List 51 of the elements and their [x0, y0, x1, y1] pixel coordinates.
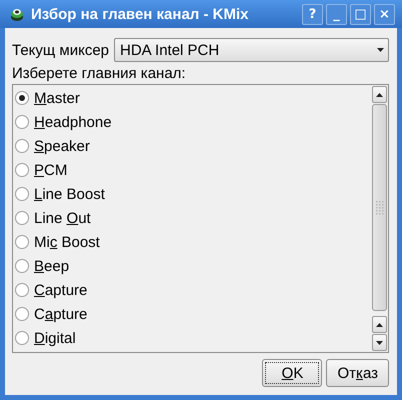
- mixer-label: Текущ миксер: [12, 42, 110, 58]
- channel-radio[interactable]: Line Boost: [13, 182, 371, 206]
- channels-label: Изберете главния канал:: [12, 65, 187, 82]
- radio-button[interactable]: [15, 235, 29, 249]
- radio-button[interactable]: [15, 211, 29, 225]
- channel-radio[interactable]: Capture: [13, 302, 371, 326]
- channel-label: Master: [34, 90, 80, 106]
- help-button[interactable]: ?: [302, 4, 323, 24]
- window-title: Избор на главен канал - KMix: [31, 6, 250, 22]
- scrollbar[interactable]: [371, 85, 388, 352]
- maximize-button[interactable]: □: [350, 4, 371, 24]
- channel-label: Line Out: [34, 210, 91, 226]
- radio-button[interactable]: [15, 91, 29, 105]
- channel-radio[interactable]: Mic Boost: [13, 230, 371, 254]
- channel-radio[interactable]: Beep: [13, 254, 371, 278]
- channel-label: Headphone: [34, 114, 112, 130]
- radio-button[interactable]: [15, 163, 29, 177]
- scroll-up-icon: [376, 92, 383, 96]
- channel-radio[interactable]: Master: [13, 86, 371, 110]
- channel-label: Beep: [34, 258, 70, 274]
- channel-label: Mic Boost: [34, 234, 100, 250]
- channel-radio[interactable]: Headphone: [13, 110, 371, 134]
- close-button[interactable]: ×: [374, 4, 395, 24]
- channel-radio[interactable]: Capture: [13, 278, 371, 302]
- channel-label: Digital: [34, 330, 76, 346]
- channel-radio[interactable]: Speaker: [13, 134, 371, 158]
- radio-button[interactable]: [15, 259, 29, 273]
- channel-label: PCM: [34, 162, 68, 178]
- scroll-thumb[interactable]: [372, 104, 387, 311]
- minimize-button[interactable]: _: [326, 4, 347, 24]
- mixer-dropdown[interactable]: HDA Intel PCH: [114, 38, 389, 62]
- channel-radio[interactable]: Digital: [13, 326, 371, 350]
- channel-label: Capture: [34, 306, 88, 322]
- radio-button[interactable]: [15, 187, 29, 201]
- channel-radio[interactable]: PCM: [13, 158, 371, 182]
- channel-label: Line Boost: [34, 186, 105, 202]
- cancel-button[interactable]: Отказ: [326, 359, 389, 387]
- channel-label: Capture: [34, 282, 88, 298]
- channel-label: Speaker: [34, 138, 90, 154]
- dropdown-arrow-icon: [376, 48, 384, 52]
- radio-button[interactable]: [15, 331, 29, 345]
- scroll-down-icon: [376, 340, 383, 344]
- radio-button[interactable]: [15, 115, 29, 129]
- scroll-up-icon: [376, 322, 383, 326]
- radio-button[interactable]: [15, 283, 29, 297]
- ok-button[interactable]: OK: [262, 359, 322, 387]
- grip-icon: [376, 200, 384, 214]
- radio-button[interactable]: [15, 307, 29, 321]
- speaker-icon: [9, 6, 25, 22]
- radio-button[interactable]: [15, 139, 29, 153]
- channel-radio[interactable]: Line Out: [13, 206, 371, 230]
